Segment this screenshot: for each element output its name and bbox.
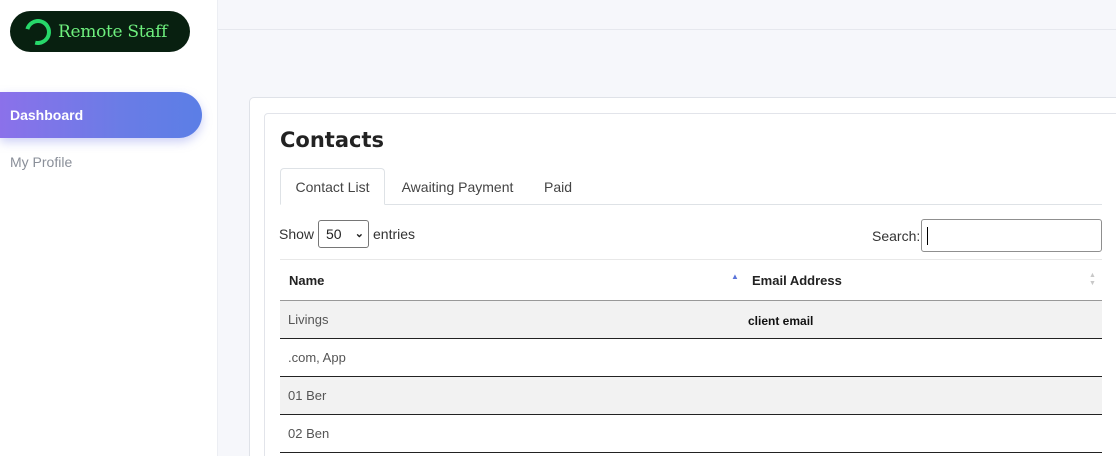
top-bar (218, 0, 1116, 30)
search-input[interactable] (921, 219, 1102, 252)
sidebar-item-dashboard[interactable]: Dashboard (0, 92, 202, 138)
cell-name: 01 Ber (288, 388, 327, 403)
column-header-name[interactable]: Name (289, 273, 324, 288)
table-header: Name ▲ Email Address ▲ ▼ (280, 259, 1102, 301)
brand-name: Remote Staff (58, 21, 168, 42)
tab-awaiting-payment[interactable]: Awaiting Payment (390, 168, 525, 205)
entries-select[interactable]: 50 ⌄ (318, 220, 369, 248)
chevron-down-icon: ⌄ (354, 228, 364, 240)
cell-name: Livings (288, 312, 329, 327)
sidebar-item-label: Dashboard (10, 107, 84, 123)
column-header-email[interactable]: Email Address (752, 273, 842, 288)
text-caret (927, 227, 928, 245)
cell-name: 02 Ben (288, 426, 330, 441)
entries-label: entries (373, 226, 416, 242)
search-label: Search: (872, 228, 921, 244)
table-row[interactable]: Livings client email (280, 301, 1102, 339)
cell-email: client email (748, 314, 814, 328)
contacts-table: Name ▲ Email Address ▲ ▼ Livings client e… (280, 259, 1102, 453)
cell-name: .com, App (288, 350, 346, 365)
sidebar: Remote Staff Dashboard My Profile (0, 0, 218, 456)
sidebar-item-my-profile[interactable]: My Profile (10, 154, 72, 170)
sort-ascending-icon[interactable]: ▲ (731, 272, 739, 281)
sort-both-icon[interactable]: ▲ ▼ (1089, 272, 1096, 288)
brand-logo[interactable]: Remote Staff (10, 11, 190, 52)
show-label: Show (279, 226, 315, 242)
table-row[interactable]: 02 Ben (280, 415, 1102, 453)
tab-contact-list[interactable]: Contact List (280, 168, 385, 205)
table-row[interactable]: .com, App (280, 339, 1102, 377)
remote-staff-ring-icon (20, 13, 56, 50)
table-row[interactable]: 01 Ber (280, 377, 1102, 415)
page-title: Contacts (280, 128, 384, 152)
entries-select-value: 50 (326, 226, 342, 242)
tab-paid[interactable]: Paid (535, 168, 581, 205)
